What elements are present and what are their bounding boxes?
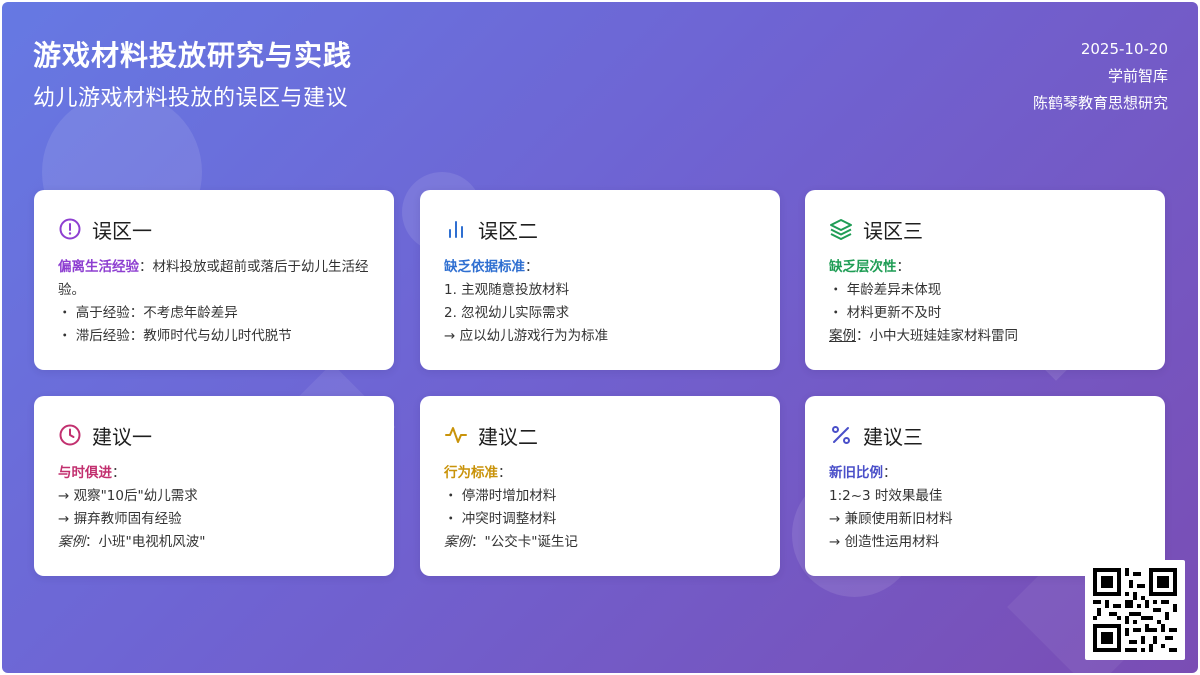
card-line: 1. 主观随意投放材料 [444, 282, 570, 298]
card-line: → 观察"10后"幼儿需求 [58, 488, 198, 504]
case-text: ：小班"电视机风波" [85, 534, 206, 550]
card-title: 误区三 [863, 218, 923, 243]
org-label: 学前智库 [1107, 67, 1168, 85]
page-subtitle: 幼儿游戏材料投放的误区与建议 [33, 86, 349, 111]
card-suggestion-1: 建议一 与时俱进： → 观察"10后"幼儿需求 → 摒弃教师固有经验 案例：小班… [34, 396, 394, 576]
card-body: 新旧比例： 1:2~3 时效果最佳 → 兼顾使用新旧材料 → 创造性运用材料 [829, 462, 1141, 554]
card-lead: 偏离生活经验 [58, 259, 139, 275]
percent-icon [832, 426, 850, 444]
card-line: → 兼顾使用新旧材料 [829, 511, 953, 527]
card-suggestion-2: 建议二 行为标准： ・ 停滞时增加材料 ・ 冲突时调整材料 案例："公交卡"诞生… [420, 396, 780, 576]
card-lead-line: 行为标准： [444, 462, 756, 485]
card-line: ・ 停滞时增加材料 [444, 488, 557, 504]
card-line: → 应以幼儿游戏行为为标准 [444, 328, 609, 344]
card-line: 2. 忽视幼儿实际需求 [444, 305, 570, 321]
card-lead: 缺乏层次性 [829, 259, 897, 275]
card-header: 误区一 [58, 214, 370, 244]
bar-chart-icon [449, 221, 463, 238]
series-label: 陈鹤琴教育思想研究 [1032, 94, 1168, 112]
card-lead-line: 偏离生活经验：材料投放或超前或落后于幼儿生活经验。 [58, 256, 370, 302]
activity-icon [445, 427, 467, 443]
card-body: 偏离生活经验：材料投放或超前或落后于幼儿生活经验。 ・ 高于经验：不考虑年龄差异… [58, 256, 370, 348]
card-body: 缺乏层次性： ・ 年龄差异未体现 ・ 材料更新不及时 案例：小中大班娃娃家材料雷… [829, 256, 1141, 348]
case-label: 案例 [829, 328, 856, 344]
card-lead-text: ： [883, 465, 897, 481]
card-misconception-1: 误区一 偏离生活经验：材料投放或超前或落后于幼儿生活经验。 ・ 高于经验：不考虑… [34, 190, 394, 370]
card-line: ・ 高于经验：不考虑年龄差异 [58, 305, 238, 321]
layers-icon [830, 219, 852, 240]
card-line: ・ 年龄差异未体现 [829, 282, 942, 298]
card-lead-line: 与时俱进： [58, 462, 370, 485]
card-header: 误区三 [829, 214, 1141, 244]
card-lead-line: 新旧比例： [829, 462, 1141, 485]
card-header: 建议三 [829, 420, 1141, 450]
card-lead-text: ： [112, 465, 126, 481]
card-line: → 摒弃教师固有经验 [58, 511, 182, 527]
card-lead-line: 缺乏层次性： [829, 256, 1141, 279]
case-label: 案例 [58, 534, 85, 550]
card-body: 与时俱进： → 观察"10后"幼儿需求 → 摒弃教师固有经验 案例：小班"电视机… [58, 462, 370, 554]
case-text: ："公交卡"诞生记 [471, 534, 578, 550]
card-lead: 新旧比例 [829, 465, 883, 481]
case-label: 案例 [444, 534, 471, 550]
card-lead-text: ： [498, 465, 512, 481]
card-body: 缺乏依据标准： 1. 主观随意投放材料 2. 忽视幼儿实际需求 → 应以幼儿游戏… [444, 256, 756, 348]
card-line: ・ 材料更新不及时 [829, 305, 942, 321]
card-lead: 行为标准 [444, 465, 498, 481]
card-title: 建议三 [863, 424, 923, 449]
card-header: 建议一 [58, 420, 370, 450]
card-body: 行为标准： ・ 停滞时增加材料 ・ 冲突时调整材料 案例："公交卡"诞生记 [444, 462, 756, 554]
card-line: ・ 冲突时调整材料 [444, 511, 557, 527]
card-lead-line: 缺乏依据标准： [444, 256, 756, 279]
card-case-line: 案例：小班"电视机风波" [58, 531, 370, 554]
card-title: 误区一 [92, 218, 152, 243]
card-misconception-2: 误区二 缺乏依据标准： 1. 主观随意投放材料 2. 忽视幼儿实际需求 → 应以… [420, 190, 780, 370]
card-lead: 缺乏依据标准 [444, 259, 525, 275]
card-title: 建议二 [478, 424, 538, 449]
card-lead: 与时俱进 [58, 465, 112, 481]
header-meta: 2025-10-20 学前智库 陈鹤琴教育思想研究 [1033, 36, 1168, 117]
card-lead-text: ： [525, 259, 539, 275]
clock-icon [59, 424, 81, 446]
page-title: 游戏材料投放研究与实践 [33, 39, 353, 72]
card-header: 建议二 [444, 420, 756, 450]
card-case-line: 案例：小中大班娃娃家材料雷同 [829, 325, 1141, 348]
qr-code[interactable] [1085, 560, 1185, 660]
card-line: ・ 滞后经验：教师时代与幼儿时代脱节 [58, 328, 292, 344]
card-case-line: 案例："公交卡"诞生记 [444, 531, 756, 554]
card-line: → 创造性运用材料 [829, 534, 940, 550]
card-line: 1:2~3 时效果最佳 [829, 488, 943, 504]
card-suggestion-3: 建议三 新旧比例： 1:2~3 时效果最佳 → 兼顾使用新旧材料 → 创造性运用… [805, 396, 1165, 576]
date-label: 2025-10-20 [1080, 40, 1168, 58]
card-header: 误区二 [444, 214, 756, 244]
case-text: ：小中大班娃娃家材料雷同 [856, 328, 1018, 344]
card-lead-text: ： [896, 259, 911, 275]
alert-circle-icon [59, 218, 81, 240]
card-title: 建议一 [92, 424, 152, 449]
qr-code-icon [1093, 568, 1177, 652]
card-title: 误区二 [478, 218, 538, 243]
card-misconception-3: 误区三 缺乏层次性： ・ 年龄差异未体现 ・ 材料更新不及时 案例：小中大班娃娃… [805, 190, 1165, 370]
